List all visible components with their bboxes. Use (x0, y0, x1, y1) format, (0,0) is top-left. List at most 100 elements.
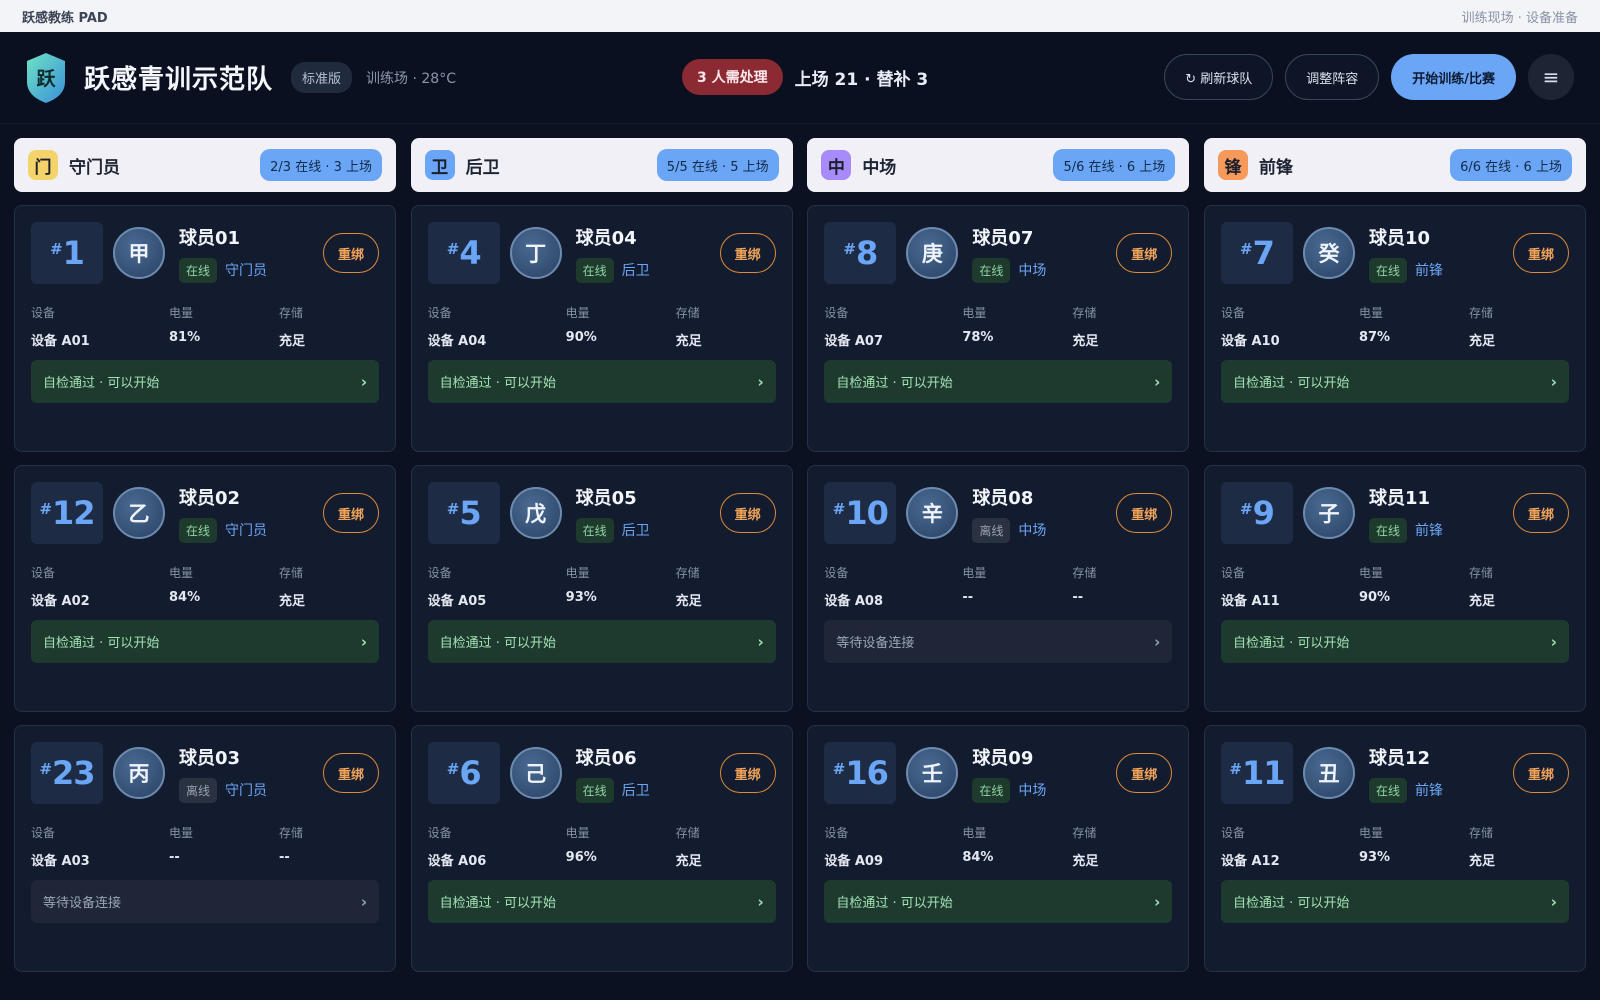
avatar: 癸 (1302, 227, 1355, 279)
player-meta: 在线 前锋 (1368, 257, 1443, 283)
self-check-bar[interactable]: 自检通过 · 可以开始 › (427, 360, 776, 403)
stat-label: 电量 (962, 306, 987, 320)
player-meta: 在线 中场 (972, 257, 1046, 283)
player-card[interactable]: #6 己 球员06 在线 后卫 重绑 设备 设备 A06 电量 96% 存储 充… (410, 725, 793, 972)
self-check-bar[interactable]: 自检通过 · 可以开始 › (31, 620, 379, 663)
rebind-button[interactable]: 重绑 (1512, 753, 1569, 793)
self-check-bar[interactable]: 自检通过 · 可以开始 › (1220, 360, 1569, 403)
menu-icon[interactable]: ≡ (1528, 54, 1574, 100)
player-meta: 在线 后卫 (575, 257, 650, 283)
player-name: 球员10 (1368, 227, 1431, 249)
position-icon: 门 (28, 150, 58, 180)
self-check-bar[interactable]: 自检通过 · 可以开始 › (824, 880, 1173, 923)
column-title: 前锋 (1258, 157, 1293, 178)
status-badge: 在线 (1368, 777, 1407, 803)
player-card[interactable]: #7 癸 球员10 在线 前锋 重绑 设备 设备 A10 电量 87% 存储 充… (1203, 205, 1586, 452)
player-name: 球员07 (972, 227, 1034, 249)
player-name: 球员12 (1368, 747, 1431, 769)
player-name: 球员06 (575, 747, 637, 769)
player-card[interactable]: #16 壬 球员09 在线 中场 重绑 设备 设备 A09 电量 84% 存储 … (807, 725, 1190, 972)
player-card[interactable]: #12 乙 球员02 在线 守门员 重绑 设备 设备 A02 电量 84% 存储… (14, 465, 396, 712)
chevron-right-icon: › (757, 632, 764, 651)
self-check-bar[interactable]: 等待设备连接 › (31, 880, 379, 923)
player-card[interactable]: #5 戊 球员05 在线 后卫 重绑 设备 设备 A05 电量 93% 存储 充… (410, 465, 793, 712)
position-label: 守门员 (225, 783, 268, 799)
stat-device: 设备 设备 A12 (1221, 824, 1359, 869)
position-label: 前锋 (1414, 263, 1443, 279)
player-card[interactable]: #11 丑 球员12 在线 前锋 重绑 设备 设备 A12 电量 93% 存储 … (1203, 725, 1586, 972)
stat-label: 电量 (1358, 826, 1383, 840)
device-stats: 设备 设备 A04 电量 90% 存储 充足 (428, 304, 776, 349)
player-info: 球员06 在线 后卫 (575, 744, 650, 803)
stat-label: 存储 (675, 566, 700, 580)
adjust-lineup-button[interactable]: 调整阵容 (1285, 54, 1380, 100)
stat-label: 存储 (1468, 306, 1493, 320)
rebind-button[interactable]: 重绑 (719, 753, 776, 793)
rebind-button[interactable]: 重绑 (322, 233, 379, 273)
hash-mark: # (50, 240, 63, 258)
storage-value: 充足 (675, 854, 702, 869)
alert-pill[interactable]: 3 人需处理 (682, 59, 783, 95)
card-top: #4 丁 球员04 在线 后卫 重绑 (427, 222, 776, 284)
stat-label: 存储 (1468, 826, 1493, 840)
chevron-right-icon: › (1550, 892, 1557, 911)
rebind-button[interactable]: 重绑 (1116, 753, 1173, 793)
player-card[interactable]: #4 丁 球员04 在线 后卫 重绑 设备 设备 A04 电量 90% 存储 充… (410, 205, 793, 452)
rebind-button[interactable]: 重绑 (1512, 233, 1569, 273)
player-card[interactable]: #9 子 球员11 在线 前锋 重绑 设备 设备 A11 电量 90% 存储 充… (1203, 465, 1586, 712)
chevron-right-icon: › (757, 372, 764, 391)
self-check-bar[interactable]: 自检通过 · 可以开始 › (427, 620, 776, 663)
player-card-list: #7 癸 球员10 在线 前锋 重绑 设备 设备 A10 电量 87% 存储 充… (1203, 205, 1586, 972)
status-badge: 在线 (575, 777, 614, 803)
self-check-text: 自检通过 · 可以开始 (1232, 376, 1350, 391)
rebind-button[interactable]: 重绑 (1116, 233, 1173, 273)
avatar: 戊 (509, 487, 562, 539)
device-stats: 设备 设备 A06 电量 96% 存储 充足 (428, 824, 776, 869)
player-name: 球员02 (179, 487, 241, 509)
player-card[interactable]: #10 辛 球员08 离线 中场 重绑 设备 设备 A08 电量 -- 存储 -… (807, 465, 1190, 712)
rebind-button[interactable]: 重绑 (322, 493, 379, 533)
stat-battery: 电量 93% (1359, 824, 1469, 869)
jersey-number-value: 4 (459, 234, 481, 272)
jersey-number-value: 7 (1252, 234, 1275, 272)
rebind-button[interactable]: 重绑 (1116, 493, 1173, 533)
storage-value: 充足 (1072, 854, 1099, 869)
self-check-bar[interactable]: 自检通过 · 可以开始 › (427, 880, 776, 923)
self-check-bar[interactable]: 自检通过 · 可以开始 › (824, 360, 1173, 403)
stat-label: 设备 (31, 566, 56, 580)
jersey-number: #10 (824, 482, 897, 544)
stat-storage: 存储 充足 (1469, 304, 1495, 349)
hash-mark: # (39, 500, 53, 518)
player-card[interactable]: #1 甲 球员01 在线 守门员 重绑 设备 设备 A01 电量 81% 存储 … (14, 205, 396, 452)
self-check-text: 自检通过 · 可以开始 (43, 636, 160, 651)
jersey-number: #23 (31, 742, 103, 804)
position-column: 锋 前锋 6/6 在线 · 6 上场 #7 癸 球员10 在线 前锋 重绑 设备… (1203, 138, 1586, 985)
chevron-right-icon: › (360, 372, 367, 391)
rebind-button[interactable]: 重绑 (1512, 493, 1569, 533)
lineup-status: 3 人需处理 上场 21 · 替补 3 (682, 59, 928, 95)
rebind-button[interactable]: 重绑 (322, 753, 379, 793)
stat-battery: 电量 84% (962, 824, 1072, 869)
jersey-number: #4 (427, 222, 500, 284)
rebind-button[interactable]: 重绑 (719, 233, 776, 273)
status-badge: 在线 (972, 777, 1011, 803)
player-card[interactable]: #8 庚 球员07 在线 中场 重绑 设备 设备 A07 电量 78% 存储 充… (807, 205, 1190, 452)
refresh-team-button[interactable]: ↻ 刷新球队 (1164, 54, 1274, 100)
player-name: 球员08 (972, 487, 1034, 509)
position-icon: 卫 (424, 150, 455, 180)
stat-device: 设备 设备 A11 (1221, 564, 1359, 609)
position-label: 守门员 (225, 263, 268, 279)
self-check-bar[interactable]: 等待设备连接 › (824, 620, 1173, 663)
stat-storage: 存储 充足 (1072, 304, 1098, 349)
self-check-bar[interactable]: 自检通过 · 可以开始 › (1220, 880, 1569, 923)
player-card[interactable]: #23 丙 球员03 离线 守门员 重绑 设备 设备 A03 电量 -- 存储 … (14, 725, 396, 972)
self-check-bar[interactable]: 自检通过 · 可以开始 › (31, 360, 379, 403)
start-training-button[interactable]: 开始训练/比赛 (1391, 54, 1516, 100)
device-stats: 设备 设备 A12 电量 93% 存储 充足 (1221, 824, 1569, 869)
storage-value: 充足 (1468, 594, 1495, 609)
self-check-text: 等待设备连接 (836, 636, 915, 651)
self-check-bar[interactable]: 自检通过 · 可以开始 › (1220, 620, 1569, 663)
status-badge: 在线 (179, 517, 218, 543)
rebind-button[interactable]: 重绑 (719, 493, 776, 533)
stat-label: 存储 (279, 566, 304, 580)
